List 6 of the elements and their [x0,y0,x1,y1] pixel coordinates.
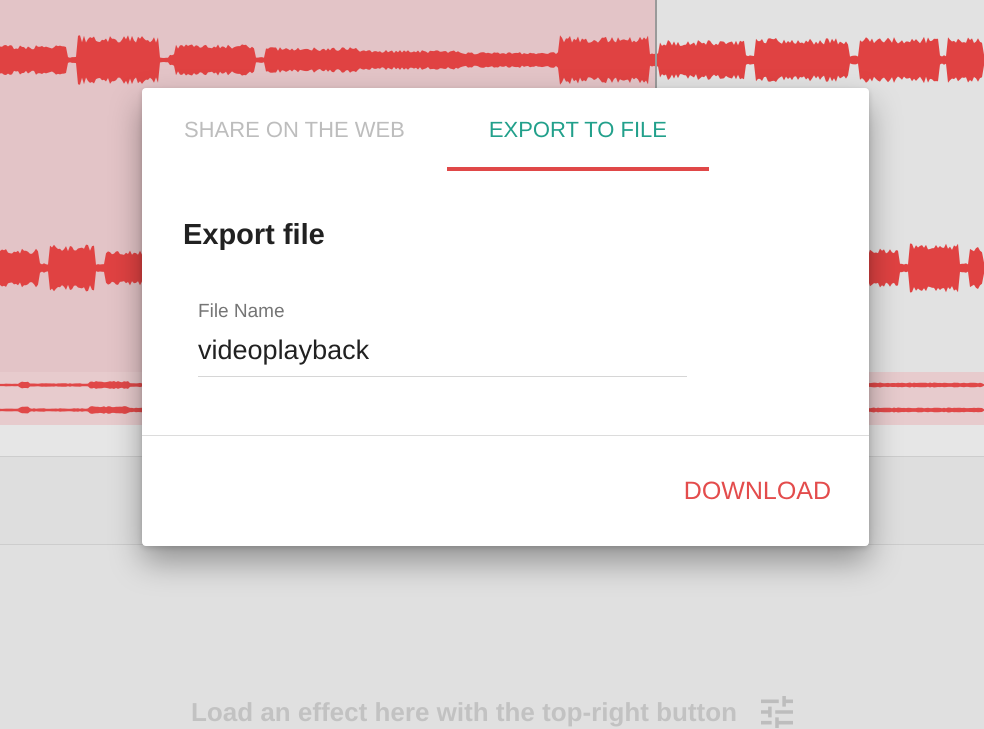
file-name-input[interactable]: videoplayback [198,332,687,377]
dialog-tab[interactable]: EXPORT TO FILE [446,88,709,171]
download-button[interactable]: DOWNLOAD [684,472,831,510]
field-label: File Name [198,300,286,324]
sliders-icon[interactable] [760,696,793,728]
dialog-title: Export file [183,218,326,252]
